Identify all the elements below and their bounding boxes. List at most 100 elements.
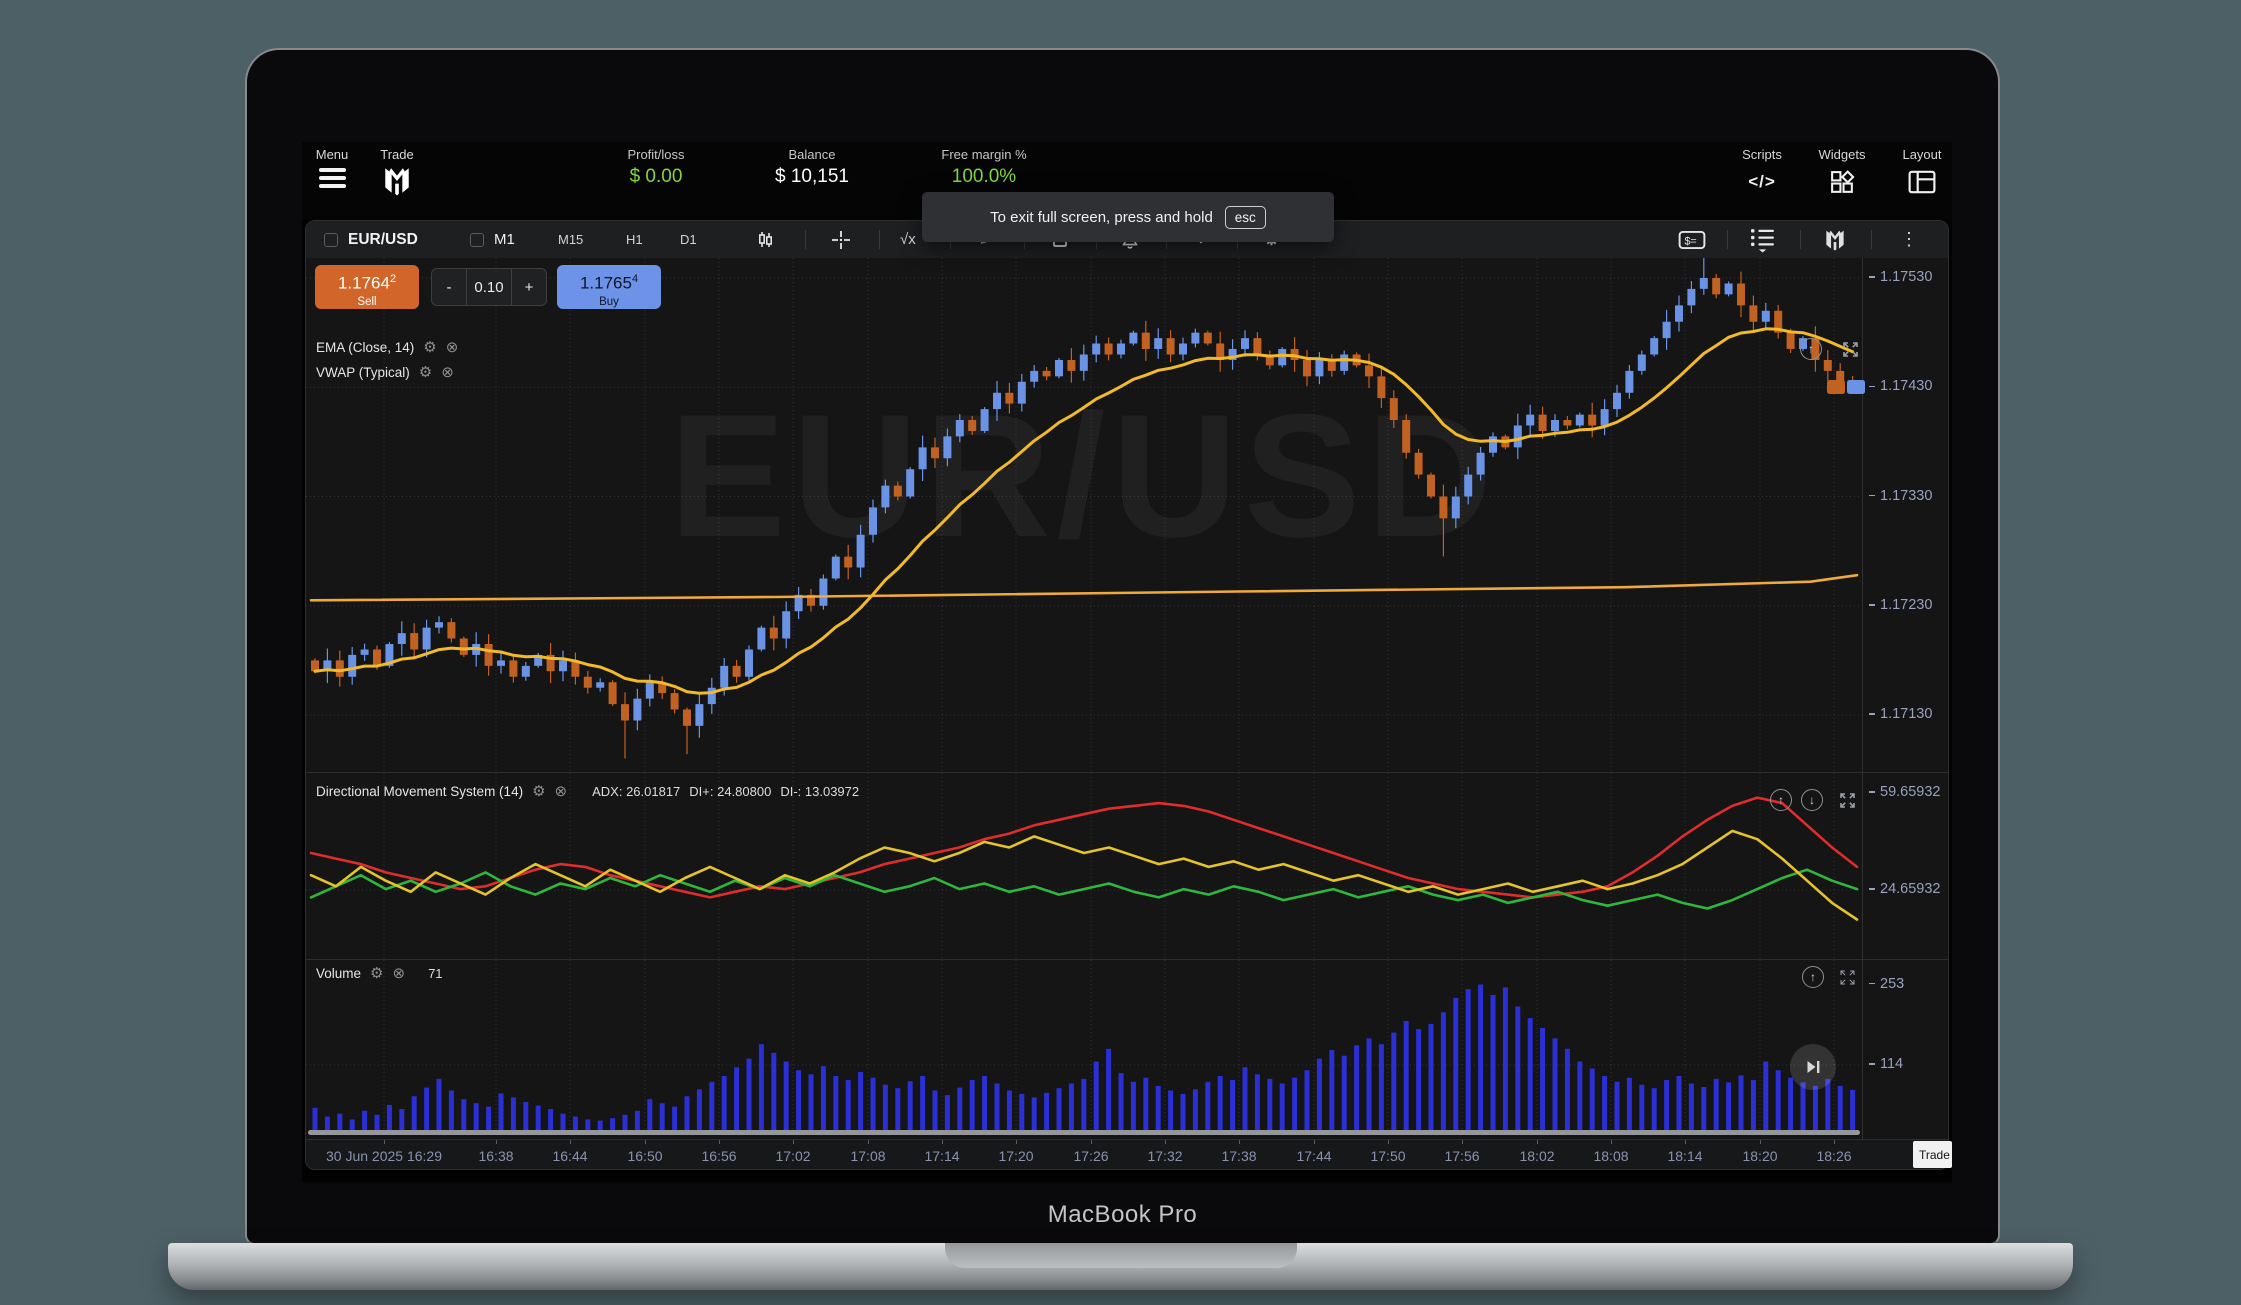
card-text: $= [1684, 235, 1696, 247]
buy-button[interactable]: 1.17654 Buy [557, 265, 661, 309]
profit-loss-value: $ 0.00 [596, 166, 716, 188]
pane-separator[interactable] [306, 959, 1949, 960]
free-margin-value: 100.0% [914, 166, 1054, 188]
time-tick-label: 18:08 [1593, 1148, 1628, 1164]
time-tick-label: 18:02 [1519, 1148, 1554, 1164]
balance-value: $ 10,151 [752, 166, 872, 188]
dms-pane-move-down-icon[interactable]: ↓ [1801, 789, 1823, 811]
time-tick-mark [1611, 1140, 1612, 1144]
chart-body[interactable]: EUR/USD 1.175301.174301.173301.172301.17… [306, 258, 1949, 1139]
dms-pane-expand-icon[interactable] [1839, 792, 1856, 809]
toast-text: To exit full screen, press and hold [990, 209, 1213, 226]
time-tick-mark [1685, 1140, 1686, 1144]
layout-button[interactable]: Layout [1882, 147, 1962, 199]
timeframe-current[interactable]: M1 [494, 221, 515, 258]
price-pane[interactable] [306, 258, 1862, 771]
time-tick-mark [645, 1140, 646, 1144]
go-to-latest-button[interactable] [1790, 1044, 1836, 1090]
time-tick-label: 17:26 [1073, 1148, 1108, 1164]
time-axis[interactable]: 30 Jun 2025 16:2916:3816:4416:5016:5617:… [306, 1139, 1949, 1170]
device-label: MacBook Pro [247, 1201, 1998, 1229]
screen: Menu Trade Profit/loss [302, 142, 1952, 1182]
price-pane-expand-icon[interactable] [1842, 341, 1859, 358]
vwap-remove-icon[interactable]: ⊗ [441, 365, 454, 380]
time-tick-label: 17:44 [1296, 1148, 1331, 1164]
stage: Menu Trade Profit/loss [0, 0, 2241, 1305]
timeframe-h1[interactable]: H1 [626, 221, 643, 258]
crosshair-icon[interactable] [831, 221, 851, 258]
ema-remove-icon[interactable]: ⊗ [446, 340, 459, 355]
order-ticket-icon[interactable]: $= [1678, 221, 1706, 258]
dms-pane-move-up-icon[interactable]: ↑ [1770, 789, 1792, 811]
time-tick-label: 17:38 [1221, 1148, 1256, 1164]
trade-corner-button[interactable]: Trade [1913, 1141, 1952, 1168]
more-menu-icon[interactable]: ⋮ [1900, 221, 1918, 258]
stepper-plus-button[interactable]: + [512, 269, 546, 305]
ema-settings-icon[interactable]: ⚙ [423, 340, 436, 355]
dms-indicator-row: Directional Movement System (14) ⚙ ⊗ ADX… [316, 784, 859, 799]
stepper-value[interactable]: 0.10 [467, 269, 511, 305]
symbol-checkbox[interactable] [324, 221, 338, 258]
dms-di-plus-value: DI+: 24.80800 [689, 784, 771, 799]
dms-di-minus-value: DI-: 13.03972 [780, 784, 859, 799]
time-tick-label: 16:44 [552, 1148, 587, 1164]
vwap-settings-icon[interactable]: ⚙ [419, 365, 432, 380]
time-tick-mark [384, 1140, 385, 1144]
timeframe-d1[interactable]: D1 [680, 221, 697, 258]
volume-pane[interactable] [306, 960, 1862, 1133]
time-tick-label: 17:50 [1370, 1148, 1405, 1164]
menu-button[interactable]: Menu [308, 147, 356, 192]
macbook-notch [945, 1243, 1297, 1268]
vwap-indicator-row: VWAP (Typical) ⚙ ⊗ [316, 365, 454, 380]
stat-free-margin: Free margin % 100.0% [914, 147, 1054, 188]
sell-button[interactable]: 1.17642 Sell [315, 265, 419, 309]
time-tick-mark [496, 1140, 497, 1144]
layout-icon [1882, 165, 1962, 199]
scripts-label: Scripts [1722, 147, 1802, 162]
price-tick-label: 1.17230 [1869, 597, 1932, 613]
volume-pane-expand-icon[interactable] [1839, 969, 1856, 986]
dms-pane[interactable] [306, 773, 1862, 958]
buy-price-pip: 4 [632, 273, 638, 285]
pane-separator[interactable] [306, 772, 1949, 773]
widgets-button[interactable]: Widgets [1802, 147, 1882, 199]
volume-tick-label: 114 [1869, 1056, 1903, 1072]
dms-tick-label: 24.65932 [1869, 881, 1940, 897]
free-margin-label: Free margin % [914, 147, 1054, 162]
dms-remove-icon[interactable]: ⊗ [555, 784, 568, 799]
volume-remove-icon[interactable]: ⊗ [392, 966, 405, 981]
chart-type-icon[interactable] [756, 221, 776, 258]
formula-icon[interactable]: √x [900, 221, 916, 258]
stepper-minus-button[interactable]: - [432, 269, 466, 305]
price-pane-move-up-icon[interactable]: ↑ [1800, 338, 1822, 360]
price-tick-label: 1.17330 [1869, 488, 1932, 504]
dms-settings-icon[interactable]: ⚙ [532, 784, 545, 799]
trade-logo-button[interactable]: Trade [370, 147, 424, 197]
sell-label: Sell [315, 295, 419, 309]
scripts-button[interactable]: Scripts </> [1722, 147, 1802, 199]
time-tick-label: 18:26 [1816, 1148, 1851, 1164]
time-tick-mark [1388, 1140, 1389, 1144]
order-panel: 1.17642 Sell - 0.10 + 1.17654 Buy [315, 265, 661, 309]
volume-pane-move-up-icon[interactable]: ↑ [1802, 966, 1824, 988]
price-tick-label: 1.17130 [1869, 706, 1932, 722]
price-tick-label: 1.17530 [1869, 269, 1932, 285]
watchlist-icon[interactable] [1749, 221, 1776, 258]
horizontal-scrollbar[interactable] [308, 1130, 1860, 1135]
time-tick-mark [1537, 1140, 1538, 1144]
time-tick-mark [1239, 1140, 1240, 1144]
timeframe-checkbox[interactable] [470, 221, 484, 258]
platform-logo-icon[interactable] [1824, 221, 1846, 258]
time-tick-mark [1314, 1140, 1315, 1144]
volume-settings-icon[interactable]: ⚙ [370, 966, 383, 981]
price-axis[interactable]: 1.175301.174301.173301.172301.1713059.65… [1862, 258, 1949, 1139]
time-tick-label: 17:14 [924, 1148, 959, 1164]
timeframe-m15[interactable]: M15 [558, 221, 583, 258]
time-tick-label: 18:20 [1742, 1148, 1777, 1164]
menu-icon [308, 168, 356, 188]
time-tick-mark [719, 1140, 720, 1144]
time-tick-label: 16:56 [701, 1148, 736, 1164]
time-tick-mark [793, 1140, 794, 1144]
macbook-base [168, 1243, 2073, 1290]
symbol-label[interactable]: EUR/USD [348, 221, 418, 258]
